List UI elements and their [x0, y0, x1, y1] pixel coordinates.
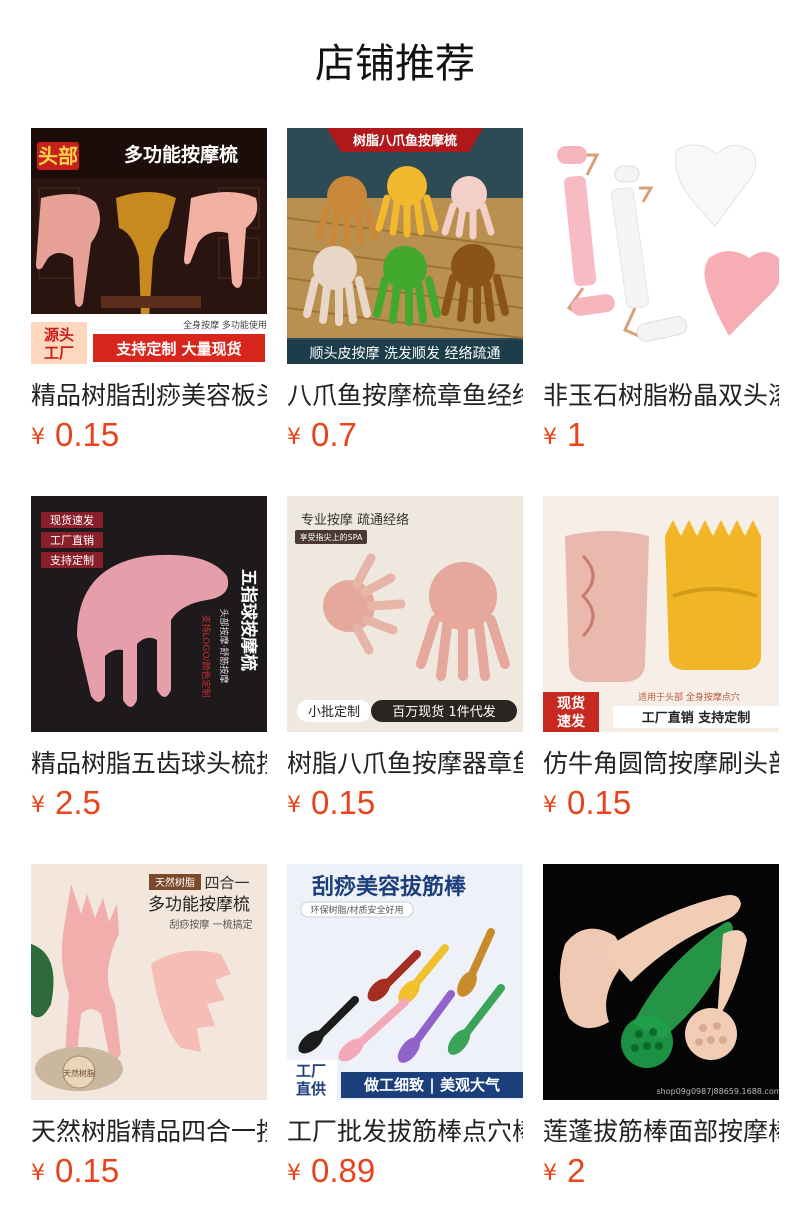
- vertical-title: 五指球按摩梳: [238, 569, 259, 671]
- product-image[interactable]: 现货 速发 适用于头部 全身按摩点穴 工厂直销 支持定制: [543, 496, 779, 732]
- price-value: 1: [567, 416, 586, 453]
- sub-text: 环保树脂/材质安全好用: [310, 904, 403, 916]
- tag-left-text: 小批定制: [308, 705, 360, 720]
- sub-text: 刮痧按摩 一梳搞定: [169, 918, 252, 931]
- price-value: 2: [567, 1152, 586, 1189]
- note-text: 适用于头部 全身按摩点穴: [638, 691, 740, 703]
- strip-text: 做工细致 | 美观大气: [363, 1076, 500, 1095]
- product-name[interactable]: 仿牛角圆筒按摩刷头部穴位: [543, 746, 779, 782]
- currency-symbol: ¥: [31, 1161, 45, 1186]
- product-image[interactable]: shop09g0987j88659.1688.com: [543, 864, 779, 1100]
- currency-symbol: ¥: [287, 1161, 301, 1186]
- product-name[interactable]: 精品树脂五齿球头梳按摩梳: [31, 746, 267, 782]
- tag-right-text: 百万现货 1件代发: [392, 704, 495, 720]
- product-image[interactable]: 树脂八爪鱼按摩梳 顺头皮按摩 洗发顺发 经络疏通: [287, 128, 523, 364]
- product-price: ¥0.7: [287, 416, 523, 454]
- corner-badge-line-1: 源头: [44, 326, 74, 344]
- product-name[interactable]: 八爪鱼按摩梳章鱼经络梳: [287, 378, 523, 414]
- corner-badge-line-2: 工厂: [44, 344, 74, 362]
- seal-text: 天然树脂: [63, 1068, 95, 1078]
- tag-text: 工厂直销: [50, 533, 94, 547]
- strip-text: 顺头皮按摩 洗发顺发 经络疏通: [310, 345, 501, 362]
- banner-text: 头部: [38, 144, 78, 168]
- product-price: ¥2.5: [31, 784, 267, 822]
- tag-text: 现货速发: [50, 513, 94, 527]
- currency-symbol: ¥: [31, 793, 45, 818]
- product-name[interactable]: 非玉石树脂粉晶双头滚轮: [543, 378, 779, 414]
- product-price: ¥0.89: [287, 1152, 523, 1190]
- product-card[interactable]: 树脂八爪鱼按摩梳 顺头皮按摩 洗发顺发 经络疏通 八爪鱼按摩梳章鱼经络梳 ¥0.…: [287, 128, 523, 458]
- currency-symbol: ¥: [543, 425, 557, 450]
- corner-badge-line-2: 直供: [296, 1080, 326, 1098]
- headline-text: 多功能按摩梳: [124, 143, 238, 166]
- product-price: ¥0.15: [287, 784, 523, 822]
- badge-line-1: 现货: [557, 695, 585, 712]
- headline-text: 多功能按摩梳: [148, 895, 250, 915]
- product-name[interactable]: 莲蓬拔筋棒面部按摩棒: [543, 1114, 779, 1150]
- product-card[interactable]: 非玉石树脂粉晶双头滚轮 ¥1: [543, 128, 779, 458]
- currency-symbol: ¥: [543, 1161, 557, 1186]
- price-value: 0.89: [311, 1152, 376, 1189]
- product-card[interactable]: 现货速发 工厂直销 支持定制 五指球按摩梳 头部按摩·舒筋按摩 支持LOGO/颜…: [31, 496, 267, 826]
- product-image[interactable]: 专业按摩 疏通经络 享受指尖上的SPA 小批定制 百万现货 1件代发: [287, 496, 523, 732]
- product-price: ¥0.15: [31, 1152, 267, 1190]
- currency-symbol: ¥: [543, 793, 557, 818]
- currency-symbol: ¥: [31, 425, 45, 450]
- sub-text: 享受指尖上的SPA: [300, 532, 363, 542]
- product-image[interactable]: 头部 多功能按摩梳 源头 工厂 全身按摩 多功能使用 支持定制 大量现货: [31, 128, 267, 364]
- price-value: 0.15: [567, 784, 632, 821]
- product-card[interactable]: shop09g0987j88659.1688.com 莲蓬拔筋棒面部按摩棒 ¥2: [543, 864, 779, 1194]
- price-value: 0.15: [55, 416, 120, 453]
- headline-text: 专业按摩 疏通经络: [301, 512, 409, 528]
- product-image[interactable]: 刮痧美容拔筋棒 环保树脂/材质安全好用 工厂 直供 做工细致 | 美观大气: [287, 864, 523, 1100]
- headline-text: 刮痧美容拔筋棒: [312, 874, 467, 900]
- product-image[interactable]: 现货速发 工厂直销 支持定制 五指球按摩梳 头部按摩·舒筋按摩 支持LOGO/颜…: [31, 496, 267, 732]
- tag-text: 支持定制: [50, 553, 94, 567]
- price-value: 2.5: [55, 784, 101, 821]
- product-card[interactable]: 现货 速发 适用于头部 全身按摩点穴 工厂直销 支持定制 仿牛角圆筒按摩刷头部穴…: [543, 496, 779, 826]
- product-card[interactable]: 专业按摩 疏通经络 享受指尖上的SPA 小批定制 百万现货 1件代发 树脂八爪鱼…: [287, 496, 523, 826]
- currency-symbol: ¥: [287, 425, 301, 450]
- page-title: 店铺推荐: [315, 41, 475, 87]
- stamp-text: 支持LOGO/颜色定制: [200, 615, 212, 698]
- label-text: 天然树脂: [155, 876, 195, 889]
- product-price: ¥2: [543, 1152, 779, 1190]
- product-name[interactable]: 工厂批发拔筋棒点穴棒: [287, 1114, 523, 1150]
- corner-badge-line-1: 工厂: [296, 1062, 326, 1080]
- product-card[interactable]: 天然树脂 四合一 多功能按摩梳 刮痧按摩 一梳搞定 天然树脂 天然树脂精品四合一…: [31, 864, 267, 1194]
- badge-line-2: 速发: [557, 713, 586, 730]
- currency-symbol: ¥: [287, 793, 301, 818]
- strip-text: 工厂直销 支持定制: [642, 710, 751, 726]
- product-name[interactable]: 精品树脂刮痧美容板头部多功能按摩梳: [31, 378, 267, 414]
- price-value: 0.7: [311, 416, 357, 453]
- title-small-text: 四合一: [204, 874, 249, 892]
- price-value: 0.15: [311, 784, 376, 821]
- watermark-text: shop09g0987j88659.1688.com: [656, 1087, 779, 1096]
- product-card[interactable]: 头部 多功能按摩梳 源头 工厂 全身按摩 多功能使用 支持定制 大量现货 精品树…: [31, 128, 267, 458]
- product-name[interactable]: 天然树脂精品四合一按摩梳: [31, 1114, 267, 1150]
- product-name[interactable]: 树脂八爪鱼按摩器章鱼头部: [287, 746, 523, 782]
- product-image[interactable]: 天然树脂 四合一 多功能按摩梳 刮痧按摩 一梳搞定 天然树脂: [31, 864, 267, 1100]
- product-price: ¥0.15: [31, 416, 267, 454]
- product-card[interactable]: 刮痧美容拔筋棒 环保树脂/材质安全好用 工厂 直供 做工细致 | 美观大气 工厂…: [287, 864, 523, 1194]
- strip-text: 支持定制 大量现货: [115, 340, 241, 358]
- product-image[interactable]: [543, 128, 779, 364]
- product-price: ¥1: [543, 416, 779, 454]
- price-value: 0.15: [55, 1152, 120, 1189]
- sub-text: 头部按摩·舒筋按摩: [218, 609, 230, 684]
- product-price: ¥0.15: [543, 784, 779, 822]
- banner-text: 树脂八爪鱼按摩梳: [353, 133, 457, 149]
- strip-small-text: 全身按摩 多功能使用: [183, 319, 267, 331]
